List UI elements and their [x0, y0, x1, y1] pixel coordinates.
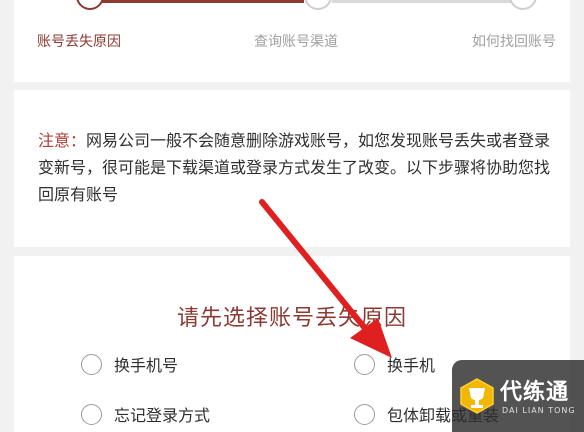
step-1-label: 账号丢失原因	[37, 34, 121, 50]
radio-circle-icon[interactable]	[354, 353, 375, 375]
notice-prefix: 注意：	[38, 131, 87, 150]
step-3-label: 如何找回账号	[472, 34, 556, 50]
radio-circle-icon[interactable]	[81, 403, 102, 425]
option-label: 换手机号	[114, 356, 179, 375]
option-label: 忘记登录方式	[114, 406, 211, 425]
loss-reason-title: 请先选择账号丢失原因	[176, 306, 407, 331]
step-track-pending	[332, 0, 528, 3]
watermark-brand-cn: 代练通	[500, 380, 570, 405]
step-1-circle: 1	[76, 0, 104, 10]
notice-text: 注意：网易公司一般不会随意删除游戏账号，如您发现账号丢失或者登录变新号，很可能是…	[38, 127, 558, 208]
watermark-brand-en: DAI LIAN TONG	[502, 406, 576, 415]
step-track-completed	[100, 0, 304, 3]
notice-body: 网易公司一般不会随意删除游戏账号，如您发现账号丢失或者登录变新号，很可能是下载渠…	[38, 131, 551, 204]
option-change-phone-number[interactable]: 换手机号	[81, 352, 178, 376]
option-change-phone[interactable]: 换手机	[354, 352, 435, 376]
option-label: 换手机	[387, 356, 436, 375]
step-2-circle: 2	[304, 0, 332, 10]
watermark-badge: 代练通 DAI LIAN TONG	[452, 360, 584, 432]
step-3-circle: 3	[509, 0, 537, 10]
notice-card: 注意：网易公司一般不会随意删除游戏账号，如您发现账号丢失或者登录变新号，很可能是…	[14, 90, 570, 247]
radio-circle-icon[interactable]	[354, 403, 375, 425]
trophy-logo-icon	[460, 378, 494, 414]
radio-circle-icon[interactable]	[81, 353, 102, 375]
step-progress-card: 1 2 3 账号丢失原因 查询账号渠道 如何找回账号	[14, 0, 570, 82]
step-2-label: 查询账号渠道	[254, 34, 338, 50]
option-forgot-login-method[interactable]: 忘记登录方式	[81, 402, 210, 426]
